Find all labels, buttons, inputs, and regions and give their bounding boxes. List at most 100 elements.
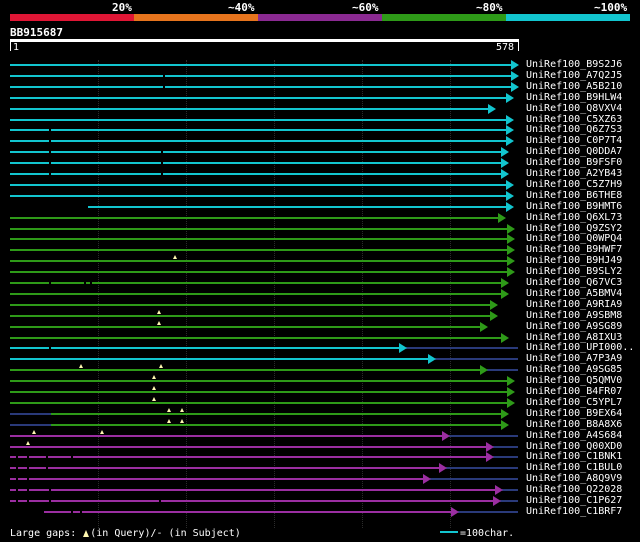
subject-gap-mark [16,489,18,491]
alignment-arrow-icon [501,169,509,179]
alignment-bar[interactable] [44,511,452,513]
alignment-bar[interactable] [10,129,507,131]
alignment-bar[interactable] [10,195,507,197]
alignment-bar[interactable] [10,238,508,240]
hit-label[interactable]: UniRef100_A2YB43 [526,168,622,179]
hit-label[interactable]: UniRef100_A9SG89 [526,321,622,332]
alignment-bar[interactable] [10,500,494,502]
hit-label[interactable]: UniRef100_B9SLY2 [526,266,622,277]
query-gap-icon [79,364,83,368]
hit-label[interactable]: UniRef100_B8A8X6 [526,419,622,430]
hit-label[interactable]: UniRef100_Q0DDA7 [526,146,622,157]
hit-label[interactable]: UniRef100_Q8VXV4 [526,103,622,114]
hit-label[interactable]: UniRef100_B9HMT6 [526,201,622,212]
query-gap-icon [167,408,171,412]
alignment-bar[interactable] [10,489,496,491]
hit-label[interactable]: UniRef100_Q6Z7S3 [526,124,622,135]
hit-label[interactable]: UniRef100_Q67VC3 [526,277,622,288]
hit-label[interactable]: UniRef100_B9HWF7 [526,244,622,255]
alignment-bar[interactable] [10,315,491,317]
alignment-arrow-icon [511,60,519,70]
alignment-bar[interactable] [10,467,440,469]
alignment-bar[interactable] [10,75,512,77]
hit-label[interactable]: UniRef100_C0P7T4 [526,135,622,146]
hit-label[interactable]: UniRef100_C1BNK1 [526,451,622,462]
alignment-arrow-icon [488,104,496,114]
hit-label[interactable]: UniRef100_UPI000.. [526,342,634,353]
alignment-bar[interactable] [10,304,491,306]
hit-label[interactable]: UniRef100_A9SBM8 [526,310,622,321]
hit-label[interactable]: UniRef100_C5YPL7 [526,397,622,408]
alignment-bar[interactable] [10,173,502,175]
alignment-bar[interactable] [10,86,512,88]
alignment-bar[interactable] [51,413,502,415]
alignment-arrow-icon [507,376,515,386]
hit-row[interactable]: UniRef100_C1BRF7 [0,506,640,518]
alignment-bar[interactable] [10,184,507,186]
alignment-bar[interactable] [10,456,487,458]
alignment-bar[interactable] [10,446,487,448]
subject-gap-mark [71,511,73,513]
alignment-bar[interactable] [10,435,443,437]
alignment-bar[interactable] [10,347,400,349]
hit-label[interactable]: UniRef100_A5BMV4 [526,288,622,299]
alignment-bar[interactable] [10,64,512,66]
alignment-bar[interactable] [10,260,508,262]
alignment-bar[interactable] [10,391,508,393]
alignment-arrow-icon [498,213,506,223]
subject-gap-mark [16,456,18,458]
subject-gap-mark [49,140,51,142]
hit-label[interactable]: UniRef100_B9HLW4 [526,92,622,103]
alignment-arrow-icon [490,311,498,321]
alignment-bar[interactable] [10,119,507,121]
alignment-bar[interactable] [10,151,502,153]
alignment-bar[interactable] [51,424,502,426]
alignment-bar[interactable] [10,380,508,382]
legend-label-60: ~60% [352,1,379,14]
hit-label[interactable]: UniRef100_Q0WPQ4 [526,233,622,244]
hit-label[interactable]: UniRef100_A9RIA9 [526,299,622,310]
alignment-bar[interactable] [10,249,508,251]
hit-label[interactable]: UniRef100_C1P627 [526,495,622,506]
hit-label[interactable]: UniRef100_A7Q2J5 [526,70,622,81]
alignment-bar[interactable] [10,293,502,295]
alignment-bar[interactable] [10,478,424,480]
alignment-bar[interactable] [10,326,481,328]
hit-label[interactable]: UniRef100_Q5QMV0 [526,375,622,386]
hit-label[interactable]: UniRef100_C1BRF7 [526,506,622,517]
hit-label[interactable]: UniRef100_A4S684 [526,430,622,441]
alignment-bar[interactable] [10,402,508,404]
alignment-bar[interactable] [10,369,481,371]
alignment-bar[interactable] [10,217,499,219]
alignment-bar[interactable] [10,97,507,99]
subject-gap-mark [49,500,51,502]
hit-label[interactable]: UniRef100_B9EX64 [526,408,622,419]
hit-label[interactable]: UniRef100_A7P3A9 [526,353,622,364]
alignment-bar[interactable] [10,271,508,273]
alignment-bar[interactable] [10,337,502,339]
alignment-bar[interactable] [10,140,507,142]
unaligned-lead [10,424,51,426]
alignment-bar[interactable] [10,162,502,164]
hit-label[interactable]: UniRef100_C1BUL0 [526,462,622,473]
subject-gap-mark [27,478,29,480]
hit-label[interactable]: UniRef100_A8Q9V9 [526,473,622,484]
subject-gap-mark [27,500,29,502]
hit-label[interactable]: UniRef100_B9FSF0 [526,157,622,168]
alignment-bar[interactable] [10,108,489,110]
hit-label[interactable]: UniRef100_B4FR07 [526,386,622,397]
hit-label[interactable]: UniRef100_C5Z7H9 [526,179,622,190]
alignment-arrow-icon [442,431,450,441]
hit-label[interactable]: UniRef100_A9SG85 [526,364,622,375]
hit-label[interactable]: UniRef100_Q6XL73 [526,212,622,223]
hit-label[interactable]: UniRef100_A5B210 [526,81,622,92]
alignment-bar[interactable] [10,358,429,360]
hit-label[interactable]: UniRef100_Q22028 [526,484,622,495]
hit-label[interactable]: UniRef100_B9S2J6 [526,59,622,70]
hit-label[interactable]: UniRef100_B9HJ49 [526,255,622,266]
alignment-bar[interactable] [88,206,507,208]
hit-label[interactable]: UniRef100_B6THE8 [526,190,622,201]
subject-gap-mark [161,173,163,175]
alignment-bar[interactable] [10,228,508,230]
scale-label: =100char. [460,528,515,539]
